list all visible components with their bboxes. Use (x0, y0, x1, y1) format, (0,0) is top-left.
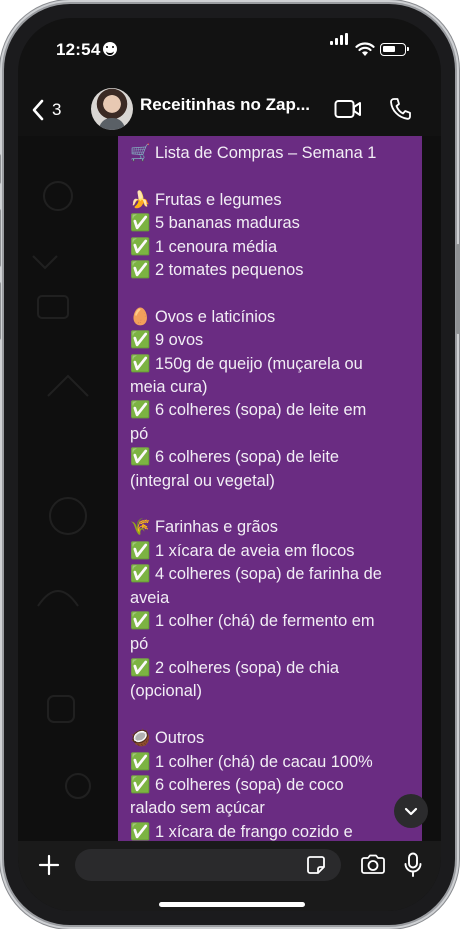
volume-up-button (0, 209, 1, 267)
message-line: meia cura) (130, 378, 208, 397)
chat-header: 3 Receitinhas no Zap... (18, 76, 441, 136)
message-line: ✅ 2 tomates pequenos (130, 261, 304, 280)
chat-title[interactable]: Receitinhas no Zap... (140, 95, 320, 115)
home-indicator[interactable] (159, 902, 305, 907)
message-bubble[interactable]: 🛒 Lista de Compras – Semana 1 🍌 Frutas e… (118, 136, 422, 841)
avatar[interactable] (91, 88, 133, 130)
message-line: ✅ 1 colher (chá) de fermento em (130, 612, 375, 631)
message-line (130, 282, 412, 305)
input-bar (18, 841, 441, 911)
phone-call-icon[interactable] (389, 97, 411, 121)
screen: 12:54 3 Receitinhas no Zap... 🛒 Lista de… (18, 18, 441, 911)
message-line: ✅ 1 cenoura média (130, 237, 278, 256)
message-line: ✅ 5 bananas maduras (130, 214, 300, 233)
message-line: ✅ 4 colheres (sopa) de farinha de (130, 565, 382, 584)
chat-area[interactable]: 🛒 Lista de Compras – Semana 1 🍌 Frutas e… (18, 136, 441, 841)
silent-switch (0, 154, 1, 184)
phone-frame: 12:54 3 Receitinhas no Zap... 🛒 Lista de… (0, 4, 460, 925)
message-line: 🥚 Ovos e laticínios (130, 307, 276, 326)
message-line: ✅ 2 colheres (sopa) de chia (130, 658, 340, 677)
message-line: 🥥 Outros (130, 729, 205, 748)
message-line: ✅ 1 colher (chá) de cacau 100% (130, 752, 373, 771)
message-line: ✅ 1 xícara de aveia em flocos (130, 541, 355, 560)
emoji-face-icon (103, 42, 118, 56)
status-bar: 12:54 (18, 18, 441, 76)
status-time: 12:54 (56, 40, 118, 60)
sticker-icon[interactable] (306, 855, 326, 875)
camera-icon[interactable] (360, 854, 386, 875)
message-line (130, 165, 412, 188)
power-button (456, 244, 460, 334)
video-call-icon[interactable] (334, 99, 362, 119)
message-line: ralado sem açúcar (130, 799, 265, 818)
message-line: ✅ 150g de queijo (muçarela ou (130, 354, 363, 373)
message-line: ✅ 6 colheres (sopa) de coco (130, 775, 344, 794)
message-line: ✅ 6 colheres (sopa) de leite em (130, 401, 367, 420)
message-line: 🌾 Farinhas e grãos (130, 518, 278, 537)
battery-icon (380, 43, 409, 56)
message-input[interactable] (75, 849, 341, 881)
message-line: ✅ 6 colheres (sopa) de leite (130, 448, 340, 467)
plus-icon[interactable] (38, 854, 60, 876)
message-line: 🍌 Frutas e legumes (130, 190, 282, 209)
scroll-to-bottom-button[interactable] (394, 794, 428, 828)
chevron-down-icon (404, 807, 418, 815)
wifi-icon (355, 42, 375, 56)
message-line (130, 493, 412, 516)
mic-icon[interactable] (404, 852, 422, 878)
message-line: 🛒 Lista de Compras – Semana 1 (130, 144, 377, 162)
message-line: (integral ou vegetal) (130, 471, 275, 490)
message-line: ✅ 1 xícara de frango cozido e (130, 822, 353, 841)
unread-count: 3 (52, 100, 62, 119)
volume-down-button (0, 282, 1, 340)
back-button[interactable]: 3 (32, 98, 70, 122)
message-line: (opcional) (130, 682, 202, 701)
message-line: aveia (130, 588, 170, 607)
back-chevron-icon (32, 99, 44, 121)
message-line: pó (130, 424, 149, 443)
message-line: ✅ 9 ovos (130, 331, 204, 350)
message-line (130, 704, 412, 727)
message-line: pó (130, 635, 149, 654)
